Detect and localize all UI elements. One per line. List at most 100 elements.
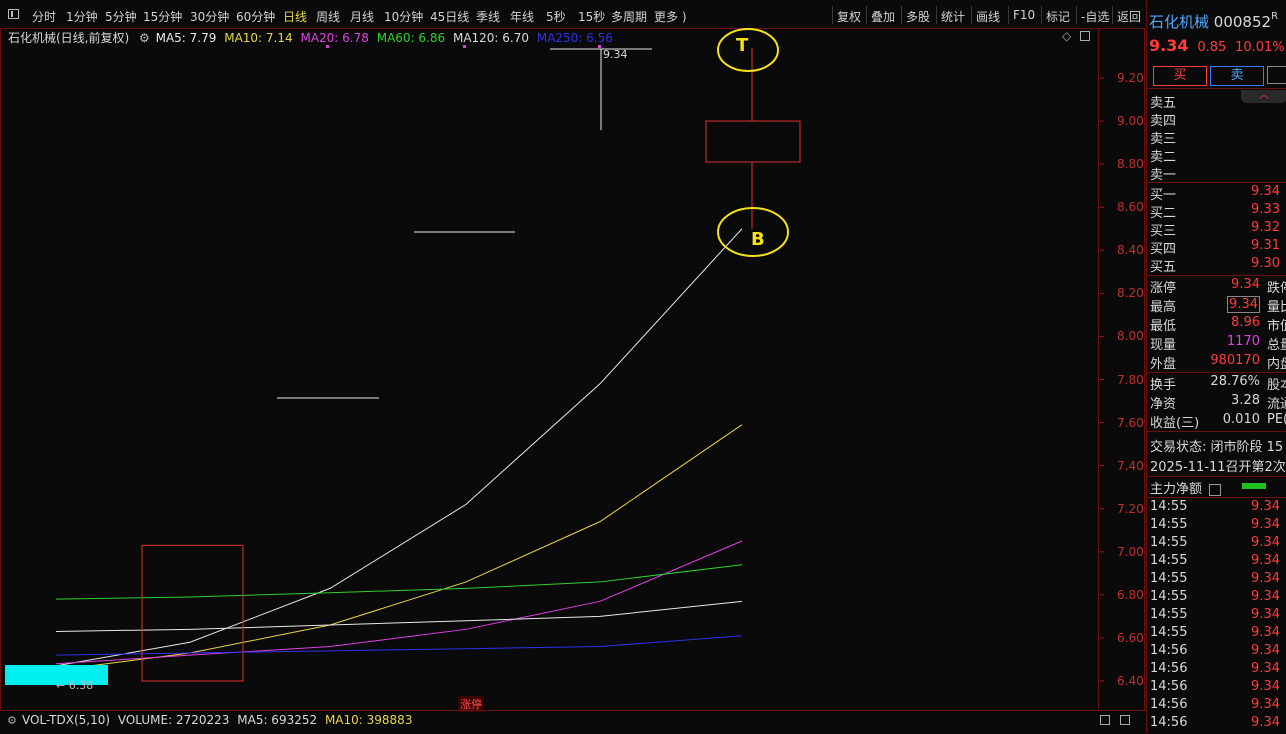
stat-label: 收益(三): [1150, 416, 1200, 431]
stat-right-label: 股本: [1267, 378, 1286, 393]
marker-dot: [326, 45, 329, 48]
ma-line-ma120: [55, 600, 743, 632]
stat-label: 外盘: [1150, 357, 1177, 372]
stat-value: 980170: [1210, 353, 1260, 368]
tick-price: 9.34: [1251, 589, 1280, 604]
period-11[interactable]: 季线: [476, 8, 500, 25]
more-trade-button[interactable]: [1267, 66, 1286, 84]
notice-text: 2025-11-11召开第2次: [1150, 460, 1286, 475]
period-0[interactable]: 分时: [32, 8, 56, 25]
chart-scroll-handle[interactable]: [1100, 715, 1110, 725]
tick-time: 14:56: [1150, 697, 1188, 712]
y-tick-label: 8.20: [1117, 286, 1144, 301]
collapse-tab[interactable]: ︿: [1241, 90, 1286, 103]
stat-value: 1170: [1226, 334, 1260, 349]
period-7[interactable]: 周线: [316, 8, 340, 25]
tick-row: 14:55 9.34: [1150, 517, 1280, 535]
tick-price: 9.34: [1251, 499, 1280, 514]
sidebar-toggle-icon[interactable]: [8, 9, 19, 19]
y-tick-label: 6.40: [1117, 674, 1144, 688]
stat-right-label: PE(: [1267, 412, 1286, 427]
tick-row: 14:55 9.34: [1150, 625, 1280, 643]
ma-line-ma10: [55, 424, 743, 671]
tool-button-7[interactable]: -自选: [1081, 8, 1109, 25]
period-9[interactable]: 10分钟: [384, 8, 423, 25]
bid-price: 9.34: [1251, 184, 1280, 199]
tick-time: 14:55: [1150, 589, 1188, 604]
tick-time: 14:56: [1150, 661, 1188, 676]
tool-button-0[interactable]: 复权: [837, 8, 861, 25]
ma-line-ma250: [55, 635, 743, 656]
buy-button[interactable]: 买: [1153, 66, 1207, 86]
period-6[interactable]: 日线: [283, 8, 307, 25]
bid-row: 买五 9.30: [1150, 256, 1280, 275]
ask-label: 卖四: [1150, 114, 1177, 129]
period-1[interactable]: 1分钟: [66, 8, 98, 25]
period-15[interactable]: 多周期: [611, 8, 647, 25]
tick-row: 14:55 9.34: [1150, 589, 1280, 607]
flow-detail-icon[interactable]: [1209, 483, 1222, 496]
main-flow-label: 主力净额: [1150, 482, 1203, 497]
high-marker-dot: [598, 45, 601, 48]
tick-row: 14:55 9.34: [1150, 499, 1280, 517]
ask-label: 卖一: [1150, 168, 1177, 183]
ma-line-ma5: [55, 228, 743, 667]
tool-button-8[interactable]: 返回: [1117, 8, 1141, 25]
period-12[interactable]: 年线: [510, 8, 534, 25]
period-4[interactable]: 30分钟: [190, 8, 229, 25]
tool-button-1[interactable]: 叠加: [871, 8, 895, 25]
period-14[interactable]: 15秒: [578, 8, 605, 25]
tool-button-4[interactable]: 画线: [976, 8, 1000, 25]
tick-time: 14:56: [1150, 643, 1188, 658]
y-tick-label: 7.40: [1117, 458, 1144, 473]
tool-button-5[interactable]: F10: [1013, 8, 1035, 22]
price-change-pct: 10.01%: [1235, 40, 1285, 55]
tick-row: 14:55 9.34: [1150, 553, 1280, 571]
volume-settings-icon[interactable]: ⚙: [7, 714, 17, 727]
bid-row: 买一 9.34: [1150, 184, 1280, 203]
period-5[interactable]: 60分钟: [236, 8, 275, 25]
tool-button-3[interactable]: 统计: [941, 8, 965, 25]
last-price: 9.34: [1149, 36, 1189, 55]
stat-row: 涨停 9.34 跌停: [1150, 277, 1286, 296]
bid-label: 买二: [1150, 206, 1177, 221]
period-3[interactable]: 15分钟: [143, 8, 182, 25]
tool-button-2[interactable]: 多股: [906, 8, 930, 25]
volume-indicator-bar: ⚙ VOL-TDX(5,10) VOLUME: 2720223 MA5: 693…: [0, 710, 1145, 734]
tick-price: 9.34: [1251, 607, 1280, 622]
tick-row: 14:55 9.34: [1150, 607, 1280, 625]
toolbar-separator: [832, 6, 833, 24]
bid-price: 9.32: [1251, 220, 1280, 235]
tick-row: 14:55 9.34: [1150, 535, 1280, 553]
period-10[interactable]: 45日线: [430, 8, 469, 25]
tick-row: 14:56 9.34: [1150, 661, 1280, 679]
tick-price: 9.34: [1251, 643, 1280, 658]
y-tick-label: 8.00: [1117, 329, 1144, 344]
period-8[interactable]: 月线: [350, 8, 374, 25]
candle-body: [705, 120, 801, 163]
y-tick-label: 8.60: [1117, 200, 1144, 215]
chart-zoom-handle[interactable]: [1120, 715, 1130, 725]
stat-right-label: 内盘: [1267, 357, 1286, 372]
ask-row: 卖四: [1150, 110, 1177, 129]
period-16[interactable]: 更多 ): [654, 8, 687, 25]
ask-label: 卖二: [1150, 150, 1177, 165]
tick-row: 14:56 9.34: [1150, 679, 1280, 697]
quote-panel: 石化机械 000852R 9.34 0.85 10.01% 买 卖 ︿ 卖五 卖四…: [1146, 0, 1286, 733]
main-flow-bar: [1242, 483, 1266, 489]
sell-button[interactable]: 卖: [1210, 66, 1264, 86]
toolbar-separator: [1112, 6, 1113, 24]
stat-row: 最低 8.96 市值: [1150, 315, 1286, 334]
bid-row: 买四 9.31: [1150, 238, 1280, 257]
tick-price: 9.34: [1251, 553, 1280, 568]
tool-button-6[interactable]: 标记: [1046, 8, 1070, 25]
bid-price: 9.33: [1251, 202, 1280, 217]
ask-row: 卖一: [1150, 164, 1177, 183]
y-tick-label: 6.80: [1117, 587, 1144, 602]
kline-plot: [55, 28, 1104, 682]
stat-row: 外盘 980170 内盘: [1150, 353, 1286, 372]
period-13[interactable]: 5秒: [546, 8, 566, 25]
period-2[interactable]: 5分钟: [105, 8, 137, 25]
marker-dot: [463, 45, 466, 48]
y-tick-label: 7.00: [1117, 544, 1144, 559]
